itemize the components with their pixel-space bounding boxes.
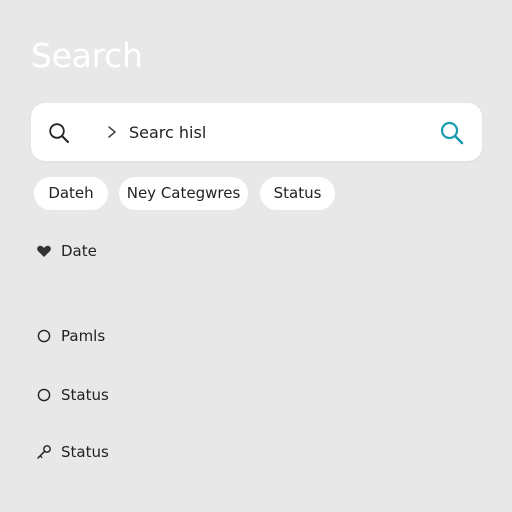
list-item-label: Status bbox=[61, 386, 109, 404]
chevron-right-icon bbox=[108, 126, 116, 138]
filter-chip-status[interactable]: Status bbox=[260, 177, 335, 210]
circle-icon bbox=[37, 329, 51, 343]
filter-chip-date[interactable]: Dateh bbox=[34, 177, 108, 210]
filter-chip-categories[interactable]: Ney Categwres bbox=[119, 177, 248, 210]
circle-icon bbox=[37, 388, 51, 402]
search-submit-icon[interactable] bbox=[438, 119, 466, 147]
search-bar[interactable]: Searc hisl bbox=[31, 103, 482, 161]
search-page: Search Searc hisl Dateh Ney Categwres St… bbox=[0, 0, 512, 512]
heart-icon bbox=[37, 245, 51, 257]
list-item-label: Date bbox=[61, 242, 97, 260]
search-input[interactable]: Searc hisl bbox=[129, 122, 206, 144]
list-item-label: Pamls bbox=[61, 327, 106, 345]
page-title: Search bbox=[31, 36, 143, 75]
key-icon bbox=[37, 445, 51, 459]
search-icon bbox=[49, 123, 69, 143]
list-item-label: Status bbox=[61, 443, 109, 461]
